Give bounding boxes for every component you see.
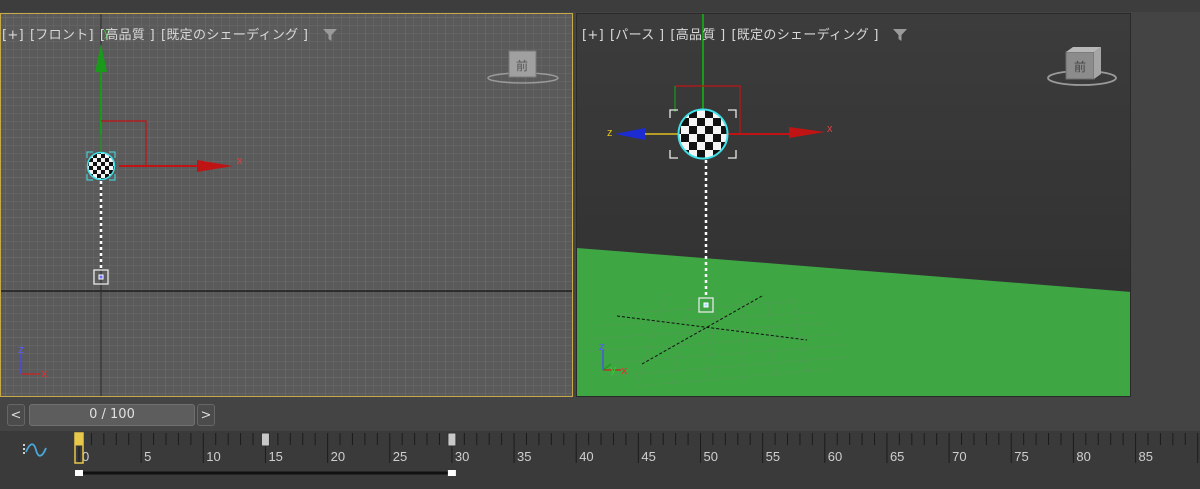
green-ground-plane[interactable]	[577, 248, 1131, 397]
previous-frame-button[interactable]: <	[7, 404, 25, 426]
viewport-quality-menu[interactable]: [高品質 ]	[670, 28, 725, 43]
frame-tick-label: 45	[641, 449, 655, 464]
next-frame-button[interactable]: >	[197, 404, 215, 426]
frame-tick-label: 85	[1139, 449, 1153, 464]
range-start-handle[interactable]	[75, 470, 83, 476]
top-toolbar-strip	[0, 0, 1200, 12]
frame-tick-label: 15	[268, 449, 282, 464]
perspective-viewport-label[interactable]: [+] [パース ] [高品質 ] [既定のシェーディング ]	[582, 24, 908, 43]
timeline-ruler[interactable]: 051015202530354045505560657075808590	[70, 431, 1200, 489]
tripod-y-label: y	[610, 363, 617, 376]
frame-tick-label: 20	[331, 449, 345, 464]
gizmo-x-label: x	[827, 123, 833, 135]
tripod-z-label: z	[18, 343, 24, 356]
frame-tick-label: 50	[704, 449, 718, 464]
viewport-shading-menu[interactable]: [既定のシェーディング ]	[731, 28, 878, 43]
keyframe-marker[interactable]	[74, 432, 84, 447]
frame-tick-label: 10	[206, 449, 220, 464]
viewport-shading-menu[interactable]: [既定のシェーディング ]	[161, 28, 308, 43]
tripod-x-label: x	[621, 364, 628, 377]
frame-tick-label: 30	[455, 449, 469, 464]
frame-tick-label: 80	[1076, 449, 1090, 464]
viewport-plus-menu[interactable]: [+]	[582, 28, 604, 43]
frame-tick-label: 55	[766, 449, 780, 464]
front-viewport[interactable]: y x 前 z x [+] [フロント] [高品質] [既定のシェーディング …	[0, 13, 573, 397]
perspective-checker-sphere[interactable]	[669, 108, 737, 160]
frame-tick-label: 70	[952, 449, 966, 464]
perspective-viewport-scene[interactable]: z x 前 z y x	[577, 14, 1131, 397]
front-viewcube-label: 前	[516, 58, 528, 73]
front-viewport-scene[interactable]: y x 前 z x	[1, 14, 573, 397]
frame-tick-label: 60	[828, 449, 842, 464]
funnel-icon[interactable]	[893, 29, 908, 42]
tripod-x-label: x	[41, 367, 48, 380]
gizmo-x-label: x	[237, 155, 243, 167]
perspective-viewcube-label: 前	[1074, 59, 1086, 74]
time-slider[interactable]: 0 / 100	[29, 404, 195, 426]
frame-tick-label: 5	[144, 449, 151, 464]
keyframe-marker[interactable]	[260, 432, 270, 447]
tripod-z-label: z	[599, 340, 605, 353]
front-checker-sphere[interactable]	[86, 151, 116, 181]
front-viewport-label[interactable]: [+] [フロント] [高品質 ] [既定のシェーディング ]	[2, 24, 337, 43]
viewport-quality-menu[interactable]: [高品質 ]	[100, 28, 155, 43]
keyframe-marker[interactable]	[447, 432, 457, 447]
gizmo-x-arrow[interactable]	[789, 127, 825, 138]
frame-tick-label: 75	[1014, 449, 1028, 464]
frame-tick-label: 40	[579, 449, 593, 464]
gizmo-z-arrow[interactable]	[615, 128, 645, 140]
gizmo-z-label: z	[607, 127, 613, 139]
viewport-view-menu[interactable]: [フロント]	[30, 28, 94, 43]
perspective-viewcube[interactable]: 前	[1047, 47, 1117, 86]
viewport-plus-menu[interactable]: [+]	[2, 28, 24, 43]
frame-tick-label: 25	[393, 449, 407, 464]
viewport-view-menu[interactable]: [パース ]	[610, 28, 664, 43]
range-end-handle[interactable]	[447, 470, 456, 476]
frame-tick-label: 65	[890, 449, 904, 464]
curve-editor-icon[interactable]	[22, 440, 48, 462]
frame-tick-label: 35	[517, 449, 531, 464]
perspective-viewport[interactable]: z x 前 z y x [+] [パース] [高品質] [既定のシェーディン…	[576, 13, 1131, 397]
funnel-icon[interactable]	[322, 29, 337, 42]
